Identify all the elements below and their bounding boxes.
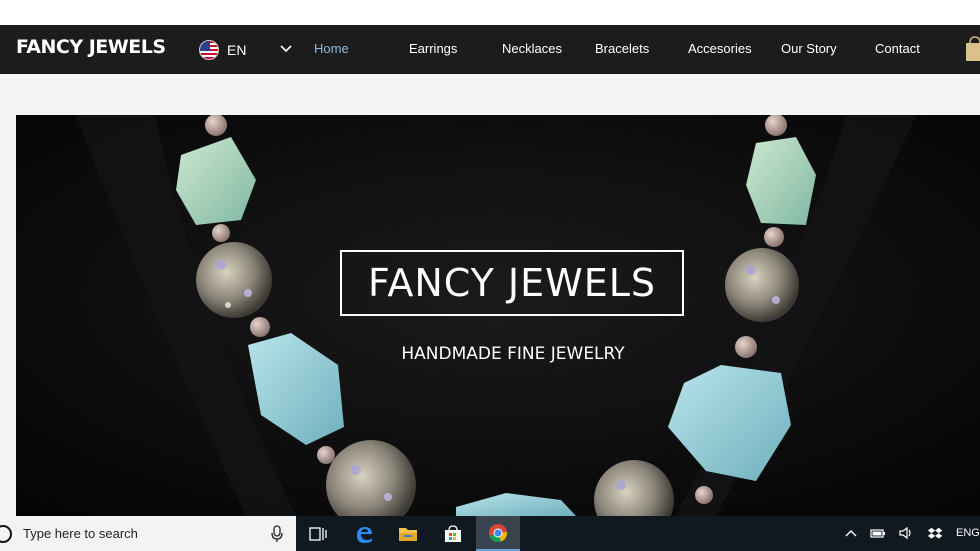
dropbox-icon[interactable]: [927, 526, 943, 540]
volume-icon[interactable]: [898, 526, 914, 540]
nav-accesories[interactable]: Accesories: [688, 41, 752, 56]
hero-title: FANCY JEWELS: [367, 261, 657, 305]
taskbar-search-box[interactable]: Type here to search: [0, 516, 296, 551]
hero-subtitle: HANDMADE FINE JEWELRY: [401, 344, 625, 364]
browser-top-strip: [0, 0, 980, 25]
site-header: FANCY JEWELS EN Home Earrings Necklaces …: [0, 25, 980, 74]
store-icon[interactable]: [431, 516, 475, 551]
chrome-icon[interactable]: [476, 516, 520, 551]
edge-icon[interactable]: [342, 516, 386, 551]
us-flag-icon: [199, 40, 219, 60]
search-placeholder: Type here to search: [23, 526, 138, 541]
nav-home[interactable]: Home: [314, 41, 349, 56]
file-explorer-icon[interactable]: [386, 516, 430, 551]
microphone-icon[interactable]: [271, 525, 283, 543]
input-language[interactable]: ENG: [956, 527, 980, 539]
hero-banner: FANCY JEWELS HANDMADE FINE JEWELRY: [16, 115, 980, 516]
hero-title-box: FANCY JEWELS: [340, 250, 684, 316]
nav-our-story[interactable]: Our Story: [781, 41, 837, 56]
nav-contact[interactable]: Contact: [875, 41, 920, 56]
nav-necklaces[interactable]: Necklaces: [502, 41, 562, 56]
chevron-down-icon[interactable]: [279, 42, 293, 56]
chevron-up-icon[interactable]: [843, 526, 859, 540]
nav-bracelets[interactable]: Bracelets: [595, 41, 649, 56]
windows-taskbar: Type here to search ENG: [0, 516, 980, 551]
battery-icon[interactable]: [870, 526, 886, 540]
language-selector[interactable]: EN: [199, 38, 292, 62]
shopping-bag-icon[interactable]: [964, 33, 980, 63]
cortana-icon[interactable]: [0, 525, 12, 543]
language-code: EN: [227, 42, 247, 58]
site-logo[interactable]: FANCY JEWELS: [16, 36, 166, 58]
task-view-icon[interactable]: [296, 516, 340, 551]
nav-earrings[interactable]: Earrings: [409, 41, 457, 56]
